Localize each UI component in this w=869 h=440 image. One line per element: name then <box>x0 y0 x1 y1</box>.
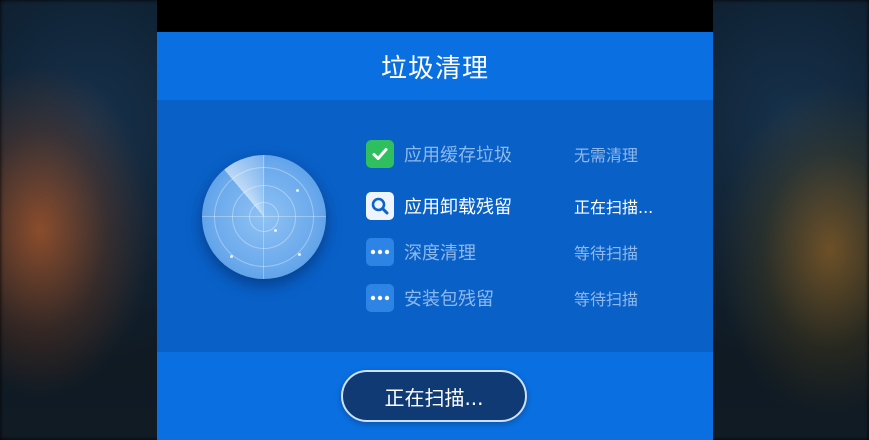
top-bar <box>157 0 713 32</box>
scan-item-status: 等待扫描 <box>574 244 639 263</box>
scanning-button[interactable]: 正在扫描... <box>341 370 527 422</box>
radar-dot <box>230 255 233 258</box>
scan-panel: 应用缓存垃圾 无需清理 应用卸载残留 正在扫描... 深度清理 等待扫描 安装包… <box>157 100 713 352</box>
radar-axis <box>202 216 326 217</box>
scan-item-deep-clean: 深度清理 等待扫描 <box>366 238 686 266</box>
scan-item-label: 应用卸载残留 <box>404 197 512 218</box>
dialog-title: 垃圾清理 <box>380 53 489 84</box>
radar-scan-icon <box>202 155 326 279</box>
radar-dot <box>298 253 301 256</box>
more-dots-icon <box>366 284 394 312</box>
radar-axis <box>263 155 264 279</box>
scan-item-package-residue: 安装包残留 等待扫描 <box>366 284 686 312</box>
scan-item-label: 安装包残留 <box>404 289 494 310</box>
radar-ring <box>249 202 279 232</box>
scan-item-status: 正在扫描... <box>574 198 654 217</box>
scan-item-label: 应用缓存垃圾 <box>404 145 512 166</box>
check-icon <box>366 140 394 168</box>
scan-item-uninstall-residue: 应用卸载残留 正在扫描... <box>366 192 686 220</box>
scan-item-status: 无需清理 <box>574 146 639 165</box>
more-dots-icon <box>366 238 394 266</box>
scan-item-label: 深度清理 <box>404 243 476 264</box>
scan-item-status: 等待扫描 <box>574 290 639 309</box>
junk-clean-dialog: 垃圾清理 应用缓存垃圾 无需清理 应用卸载残留 正在扫描... 深度清理 等待扫… <box>157 32 713 440</box>
radar-dot <box>296 189 299 192</box>
radar-dot <box>274 229 277 232</box>
search-icon <box>366 192 394 220</box>
scan-item-app-cache: 应用缓存垃圾 无需清理 <box>366 140 686 168</box>
